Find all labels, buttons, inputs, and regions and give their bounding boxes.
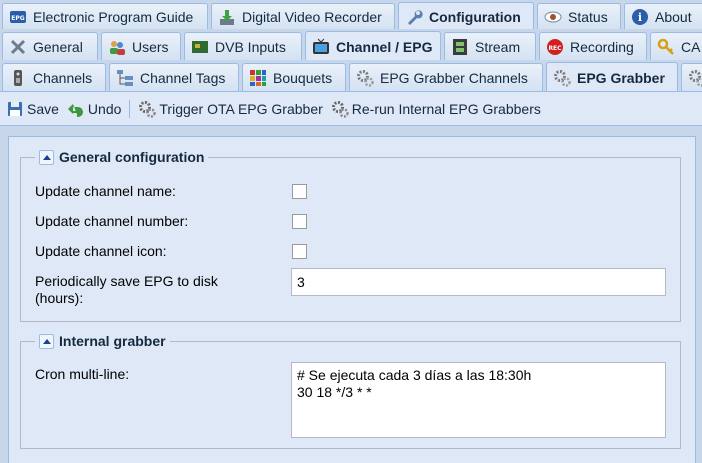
card-icon	[191, 38, 209, 56]
internal-grabber-fieldset: Internal grabber Cron multi-line: # Se e…	[20, 341, 681, 449]
tab-label: Users	[132, 39, 169, 55]
remote-icon	[9, 69, 27, 87]
tab-label: Configuration	[429, 9, 521, 25]
gears-icon	[553, 69, 571, 87]
gears-icon	[138, 100, 156, 118]
update-channel-icon-checkbox[interactable]	[292, 244, 307, 259]
tab-dvr[interactable]: Digital Video Recorder	[211, 3, 395, 30]
tv-icon	[312, 38, 330, 56]
gears-icon	[356, 69, 374, 87]
config-tabbar: General Users DVB Inputs Channel / EPG S…	[0, 29, 702, 61]
tab-epg-grabber-channels[interactable]: EPG Grabber Channels	[349, 63, 543, 92]
tools-icon	[9, 38, 27, 56]
tab-recording[interactable]: REC Recording	[539, 32, 647, 61]
rec-icon: REC	[546, 38, 564, 56]
collapse-icon[interactable]	[39, 150, 54, 165]
tab-label: Digital Video Recorder	[242, 9, 382, 25]
save-label: Save	[27, 101, 59, 117]
tab-channels[interactable]: Channels	[2, 63, 106, 92]
save-epg-interval-input[interactable]: 3	[291, 268, 666, 296]
content-panel: General configuration Update channel nam…	[8, 136, 696, 463]
tab-label: EPG Grabber Channels	[380, 70, 528, 86]
tab-channel-tags[interactable]: Channel Tags	[109, 63, 239, 92]
tab-label: Recording	[570, 39, 634, 55]
tab-label: DVB Inputs	[215, 39, 286, 55]
tab-bouquets[interactable]: Bouquets	[242, 63, 346, 92]
update-channel-number-checkbox[interactable]	[292, 214, 307, 229]
cron-textarea[interactable]: # Se ejecuta cada 3 días a las 18:30h 30…	[291, 362, 666, 438]
cron-label: Cron multi-line:	[35, 366, 129, 383]
trigger-ota-label: Trigger OTA EPG Grabber	[159, 101, 322, 117]
tab-dvb-inputs[interactable]: DVB Inputs	[184, 32, 302, 61]
collapse-icon[interactable]	[39, 334, 54, 349]
grid-icon	[249, 69, 267, 87]
update-channel-number-label: Update channel number:	[35, 213, 188, 230]
tab-label: About	[655, 9, 692, 25]
tab-configuration[interactable]: Configuration	[398, 2, 534, 30]
tree-icon	[116, 69, 134, 87]
general-configuration-legend: General configuration	[35, 149, 208, 165]
tab-label: Bouquets	[273, 70, 332, 86]
users-icon	[108, 38, 126, 56]
general-configuration-fieldset: General configuration Update channel nam…	[20, 157, 681, 322]
tab-epg[interactable]: EPG Electronic Program Guide	[2, 3, 208, 30]
fieldset-title: Internal grabber	[59, 333, 166, 349]
update-channel-name-checkbox[interactable]	[292, 184, 307, 199]
rerun-grabbers-button[interactable]: Re-run Internal EPG Grabbers	[331, 100, 541, 118]
toolbar: Save Undo Trigger OTA EPG Grabber Re-run…	[0, 92, 702, 126]
tab-about[interactable]: i About	[624, 3, 702, 30]
undo-label: Undo	[88, 101, 121, 117]
tab-label: Electronic Program Guide	[33, 9, 193, 25]
save-button[interactable]: Save	[6, 100, 59, 118]
key-icon	[657, 38, 675, 56]
update-channel-icon-label: Update channel icon:	[35, 243, 167, 260]
tab-epg-grabber[interactable]: EPG Grabber	[546, 62, 678, 92]
tab-overflow[interactable]	[681, 63, 702, 92]
epg-icon: EPG	[9, 8, 27, 26]
gears-icon	[331, 100, 349, 118]
tab-label: Channel / EPG	[336, 39, 432, 55]
tab-ca[interactable]: CA	[650, 32, 702, 61]
tab-label: Stream	[475, 39, 520, 55]
fieldset-title: General configuration	[59, 149, 204, 165]
tab-label: Status	[568, 9, 608, 25]
film-icon	[451, 38, 469, 56]
main-tabbar: EPG Electronic Program Guide Digital Vid…	[0, 0, 702, 30]
tab-status[interactable]: Status	[537, 3, 621, 30]
update-channel-name-label: Update channel name:	[35, 183, 176, 200]
tab-stream[interactable]: Stream	[444, 32, 536, 61]
undo-button[interactable]: Undo	[67, 100, 121, 118]
tab-label: CA	[681, 39, 700, 55]
download-icon	[218, 8, 236, 26]
tab-users[interactable]: Users	[101, 32, 181, 61]
eye-icon	[544, 8, 562, 26]
tab-label: EPG Grabber	[577, 70, 665, 86]
rerun-grabbers-label: Re-run Internal EPG Grabbers	[352, 101, 541, 117]
tab-channel-epg[interactable]: Channel / EPG	[305, 31, 441, 61]
svg-text:EPG: EPG	[11, 15, 24, 22]
save-epg-interval-label: Periodically save EPG to disk (hours):	[35, 273, 265, 307]
tab-general[interactable]: General	[2, 32, 98, 61]
toolbar-separator	[129, 100, 130, 118]
trigger-ota-button[interactable]: Trigger OTA EPG Grabber	[138, 100, 322, 118]
info-icon: i	[631, 8, 649, 26]
tab-label: Channel Tags	[140, 70, 225, 86]
gears-icon	[688, 69, 702, 87]
floppy-icon	[6, 100, 24, 118]
undo-icon	[67, 100, 85, 118]
tab-label: Channels	[33, 70, 92, 86]
wrench-icon	[405, 8, 423, 26]
svg-text:i: i	[638, 11, 642, 24]
svg-text:REC: REC	[548, 45, 562, 52]
tab-label: General	[33, 39, 83, 55]
channel-tabbar: Channels Channel Tags Bouquets EPG Grabb…	[0, 60, 702, 92]
internal-grabber-legend: Internal grabber	[35, 333, 170, 349]
